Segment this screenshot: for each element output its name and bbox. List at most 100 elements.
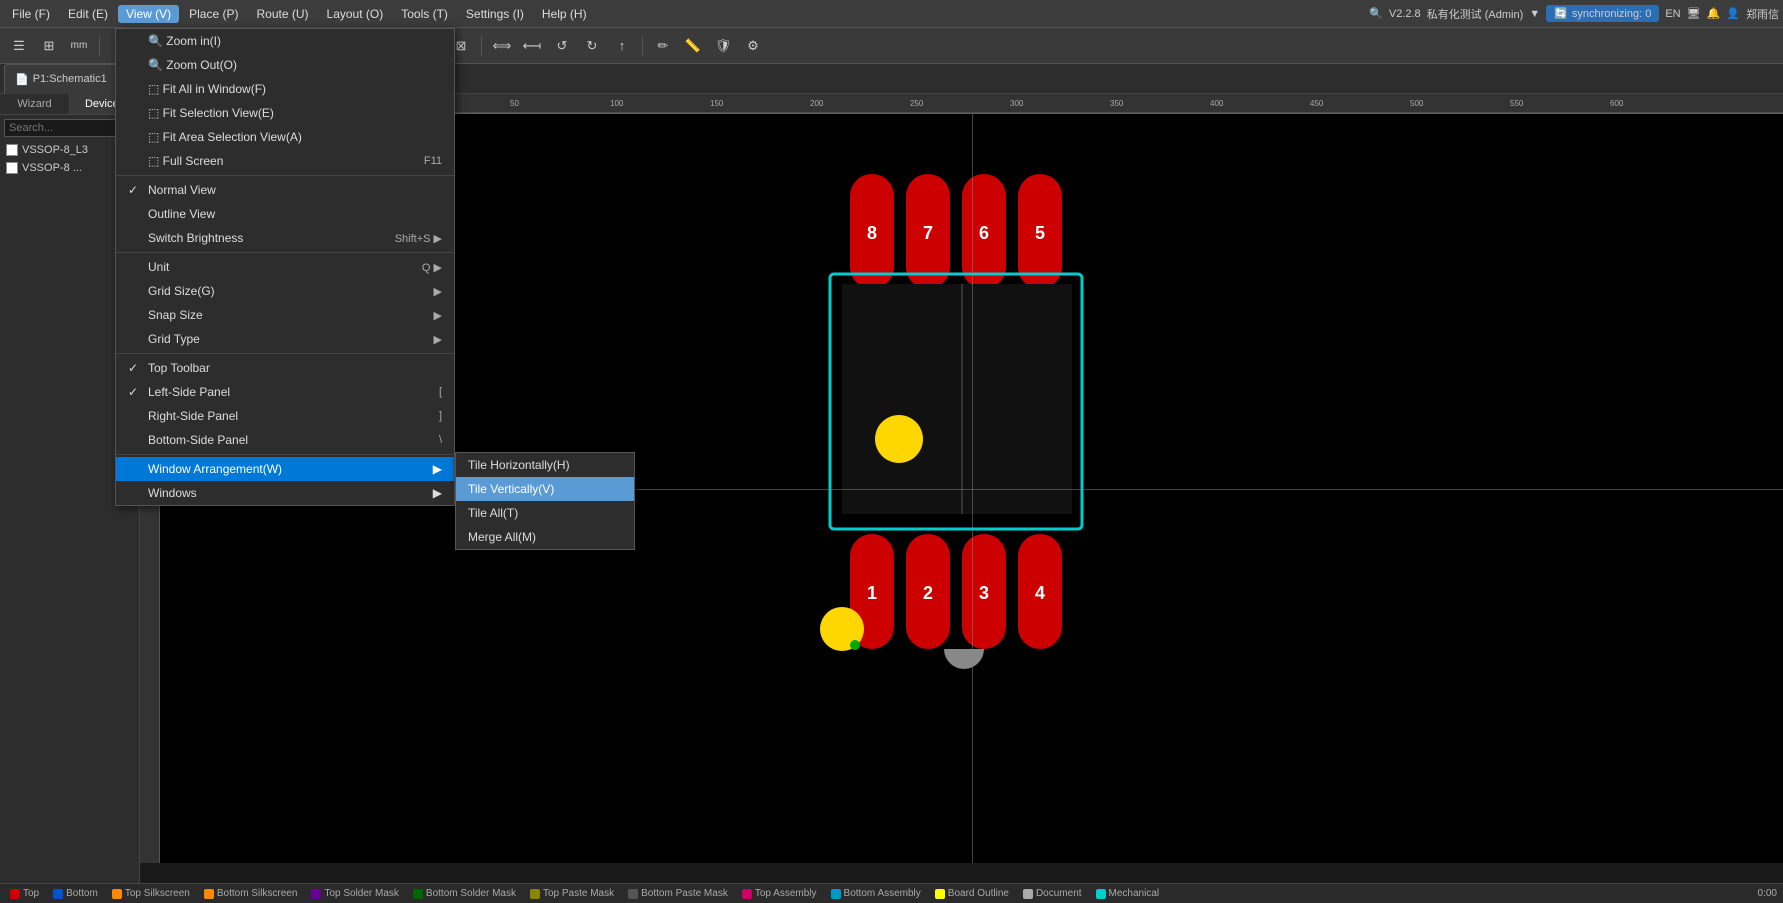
layer-bottom-solder[interactable]: Bottom Solder Mask xyxy=(409,888,520,899)
layer-mechanical[interactable]: Mechanical xyxy=(1092,888,1164,899)
layer-dot-bottom-silk xyxy=(204,889,214,899)
layer-dot-top-paste xyxy=(530,889,540,899)
svg-text:1: 1 xyxy=(866,583,876,603)
view-menu-item-outline[interactable]: Outline View xyxy=(116,202,454,226)
layer-label-top-paste: Top Paste Mask xyxy=(543,888,614,899)
layer-top-solder[interactable]: Top Solder Mask xyxy=(307,888,402,899)
view-menu-item-normal[interactable]: ✓ Normal View xyxy=(116,178,454,202)
component-checkbox-1[interactable] xyxy=(6,144,18,156)
layer-dot-bottom-paste xyxy=(628,889,638,899)
view-menu-label-fullscreen: ⬚ Full Screen xyxy=(148,154,424,168)
toolbar-mirror2[interactable]: ⟻ xyxy=(519,33,545,59)
view-menu-item-unit[interactable]: Unit Q ▶ xyxy=(116,255,454,279)
menu-tools[interactable]: Tools (T) xyxy=(393,5,456,23)
view-menu-arrow-windows: ▶ xyxy=(433,486,442,500)
svg-text:6: 6 xyxy=(978,223,988,243)
layer-label-top-silk: Top Silkscreen xyxy=(125,888,190,899)
view-menu-shortcut-grid-type: ▶ xyxy=(434,333,442,346)
view-menu-dropdown: 🔍 Zoom in(I) 🔍 Zoom Out(O) ⬚ Fit All in … xyxy=(115,28,455,506)
menu-view[interactable]: View (V) xyxy=(118,5,179,23)
sidebar-tab-wizard[interactable]: Wizard xyxy=(0,94,70,114)
view-menu-item-window-arrangement[interactable]: Window Arrangement(W) ▶ xyxy=(116,457,454,481)
menu-settings[interactable]: Settings (I) xyxy=(458,5,532,23)
lang-label[interactable]: EN xyxy=(1665,8,1680,20)
toolbar-highlight[interactable]: ✏ xyxy=(650,33,676,59)
layer-bottom-paste[interactable]: Bottom Paste Mask xyxy=(624,888,732,899)
submenu-merge-all[interactable]: Merge All(M) xyxy=(456,525,634,549)
component-label-1: VSSOP-8_L3 xyxy=(22,144,88,156)
view-menu-shortcut-right-panel: ] xyxy=(439,410,442,422)
view-menu-item-grid-type[interactable]: Grid Type ▶ xyxy=(116,327,454,351)
view-menu-label-window-arrangement: Window Arrangement(W) xyxy=(148,462,425,476)
submenu-tile-all[interactable]: Tile All(T) xyxy=(456,501,634,525)
toolbar-move-up[interactable]: ↑ xyxy=(609,33,635,59)
layer-top-silk[interactable]: Top Silkscreen xyxy=(108,888,194,899)
check-top-toolbar: ✓ xyxy=(128,361,144,375)
svg-text:500: 500 xyxy=(1410,99,1424,108)
toolbar-button-1[interactable]: ☰ xyxy=(6,33,32,59)
view-menu-item-windows[interactable]: Windows ▶ xyxy=(116,481,454,505)
component-checkbox-2[interactable] xyxy=(6,162,18,174)
view-menu-item-brightness[interactable]: Switch Brightness Shift+S ▶ xyxy=(116,226,454,250)
view-menu-item-left-panel[interactable]: ✓ Left-Side Panel [ xyxy=(116,380,454,404)
view-menu-label-zoom-out: 🔍 Zoom Out(O) xyxy=(148,58,442,72)
layer-bottom-silk[interactable]: Bottom Silkscreen xyxy=(200,888,302,899)
svg-text:550: 550 xyxy=(1510,99,1524,108)
view-menu-item-top-toolbar[interactable]: ✓ Top Toolbar xyxy=(116,356,454,380)
menu-layout[interactable]: Layout (O) xyxy=(319,5,392,23)
view-menu-item-right-panel[interactable]: Right-Side Panel ] xyxy=(116,404,454,428)
layer-dot-top xyxy=(10,889,20,899)
layer-bottom-assembly[interactable]: Bottom Assembly xyxy=(827,888,925,899)
toolbar-mirror[interactable]: ⟺ xyxy=(489,33,515,59)
submenu-tile-v[interactable]: Tile Vertically(V) xyxy=(456,477,634,501)
menu-help[interactable]: Help (H) xyxy=(534,5,595,23)
layer-dot-document xyxy=(1023,889,1033,899)
view-menu-item-zoom-out[interactable]: 🔍 Zoom Out(O) xyxy=(116,53,454,77)
toolbar-unit[interactable]: mm xyxy=(66,33,92,59)
layer-dot-bottom xyxy=(53,889,63,899)
layer-board-outline[interactable]: Board Outline xyxy=(931,888,1013,899)
layer-label-top: Top xyxy=(23,888,39,899)
submenu-tile-h[interactable]: Tile Horizontally(H) xyxy=(456,453,634,477)
view-menu-item-bottom-panel[interactable]: Bottom-Side Panel \ xyxy=(116,428,454,452)
toolbar-button-2[interactable]: ⊞ xyxy=(36,33,62,59)
layer-dot-bottom-assembly xyxy=(831,889,841,899)
svg-text:350: 350 xyxy=(1110,99,1124,108)
toolbar-rotate-ccw[interactable]: ↺ xyxy=(549,33,575,59)
toolbar-measure[interactable]: 📏 xyxy=(680,33,706,59)
layer-top-paste[interactable]: Top Paste Mask xyxy=(526,888,618,899)
toolbar-rotate-cw[interactable]: ↻ xyxy=(579,33,605,59)
view-menu-item-fit-area[interactable]: ⬚ Fit Area Selection View(A) xyxy=(116,125,454,149)
toolbar-settings[interactable]: ⚙ xyxy=(740,33,766,59)
layer-bottom[interactable]: Bottom xyxy=(49,888,102,899)
menu-route[interactable]: Route (U) xyxy=(249,5,317,23)
toolbar-drc[interactable]: 🛡 xyxy=(710,33,736,59)
search-icon[interactable]: 🔍 xyxy=(1369,7,1383,20)
bell-icon[interactable]: 🔔 xyxy=(1707,7,1721,20)
svg-text:150: 150 xyxy=(710,99,724,108)
view-menu-item-zoom-in[interactable]: 🔍 Zoom in(I) xyxy=(116,29,454,53)
menu-edit[interactable]: Edit (E) xyxy=(60,5,116,23)
layer-document[interactable]: Document xyxy=(1019,888,1086,899)
layer-top-assembly[interactable]: Top Assembly xyxy=(738,888,821,899)
menu-file[interactable]: File (F) xyxy=(4,5,58,23)
view-menu-item-fit-all[interactable]: ⬚ Fit All in Window(F) xyxy=(116,77,454,101)
layer-label-document: Document xyxy=(1036,888,1082,899)
view-menu-shortcut-grid-size: ▶ xyxy=(434,285,442,298)
status-bar: Top Bottom Top Silkscreen Bottom Silkscr… xyxy=(0,883,1783,903)
sync-status: 🔄 synchronizing: 0 xyxy=(1546,5,1659,22)
view-menu-item-fullscreen[interactable]: ⬚ Full Screen F11 xyxy=(116,149,454,173)
svg-text:400: 400 xyxy=(1210,99,1224,108)
menu-place[interactable]: Place (P) xyxy=(181,5,246,23)
view-menu-item-grid-size[interactable]: Grid Size(G) ▶ xyxy=(116,279,454,303)
check-normal: ✓ xyxy=(128,183,144,197)
view-menu-item-snap-size[interactable]: Snap Size ▶ xyxy=(116,303,454,327)
layer-top[interactable]: Top xyxy=(6,888,43,899)
layer-label-top-solder: Top Solder Mask xyxy=(324,888,398,899)
window-arrangement-submenu: Tile Horizontally(H) Tile Vertically(V) … xyxy=(455,452,635,550)
view-menu-item-fit-sel[interactable]: ⬚ Fit Selection View(E) xyxy=(116,101,454,125)
monitor-icon[interactable]: 🖥 xyxy=(1687,7,1701,20)
view-menu-label-snap-size: Snap Size xyxy=(148,308,434,322)
avatar[interactable]: 👤 xyxy=(1726,7,1740,20)
tab-schematic1[interactable]: 📄 P1:Schematic1 xyxy=(4,64,118,94)
